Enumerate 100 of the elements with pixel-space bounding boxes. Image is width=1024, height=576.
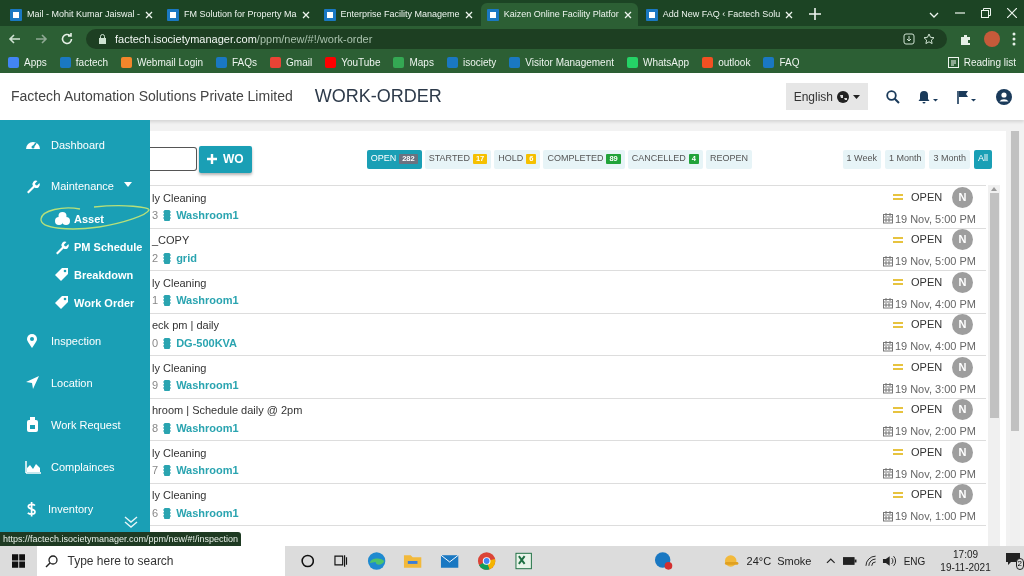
navigation-arrow-icon xyxy=(25,375,41,391)
bookmark-label[interactable]: Maps xyxy=(409,55,434,70)
more-icon[interactable] xyxy=(1012,32,1016,46)
user-icon[interactable] xyxy=(996,88,1012,105)
bookmark-label[interactable]: Gmail xyxy=(286,55,313,70)
forward-icon[interactable] xyxy=(34,32,48,46)
work-order-title: ly Cleaning xyxy=(152,275,208,291)
chrome-icon[interactable] xyxy=(477,551,497,571)
close-icon[interactable] xyxy=(1007,8,1017,18)
battery-icon[interactable] xyxy=(843,557,857,565)
bookmark-link[interactable]: Apps xyxy=(8,55,47,70)
bookmark-label[interactable]: Webmail Login xyxy=(137,55,203,70)
bookmark-link[interactable]: isociety xyxy=(446,55,497,70)
reload-icon[interactable] xyxy=(60,32,74,46)
bookmark-label[interactable]: FAQs xyxy=(232,55,258,70)
chip-icon xyxy=(163,465,172,476)
bookmark-label[interactable]: Visitor Management xyxy=(525,55,614,70)
search-icon[interactable] xyxy=(886,89,900,104)
browser-tab[interactable]: Mail - Mohit Kumar Jaiswal - xyxy=(4,3,160,26)
list-scrollbar[interactable] xyxy=(988,185,1000,546)
bookmark-link[interactable]: Maps xyxy=(393,55,434,70)
back-icon[interactable] xyxy=(8,32,22,46)
work-order-row[interactable]: ly Cleaning 7 Washroom1 OPEN N 19 Nov, 2:00 PM xyxy=(150,441,986,484)
flag-icon[interactable] xyxy=(956,89,978,104)
bookmark-label[interactable]: FAQ xyxy=(779,55,800,70)
task-view-icon[interactable] xyxy=(334,554,348,568)
bookmark-link[interactable]: YouTube xyxy=(325,55,381,70)
wifi-icon[interactable] xyxy=(864,555,877,567)
date-range-tab[interactable]: 3 Month xyxy=(929,149,970,169)
close-icon[interactable] xyxy=(464,10,473,19)
plus-icon[interactable] xyxy=(207,154,217,164)
bookmark-label[interactable]: WhatsApp xyxy=(643,55,690,70)
bookmark-link[interactable]: WhatsApp xyxy=(627,55,690,70)
edge-browser-icon[interactable] xyxy=(366,551,386,571)
bookmark-label[interactable]: Apps xyxy=(24,55,47,70)
close-icon[interactable] xyxy=(623,10,632,19)
work-order-row[interactable]: hroom | Schedule daily @ 2pm 8 Washroom1 OPEN N 19 Nov, 2:00 PM xyxy=(150,398,986,441)
close-icon[interactable] xyxy=(145,10,154,19)
work-order-row[interactable]: ly Cleaning 3 Washroom1 OPEN N 19 Nov, 5:00 PM xyxy=(150,186,986,229)
bookmark-label[interactable]: isociety xyxy=(462,55,497,70)
favicon-icon[interactable] xyxy=(393,57,405,68)
bookmark-label[interactable]: factech xyxy=(75,55,109,70)
globe-icon[interactable] xyxy=(837,90,849,103)
bookmark-link[interactable]: Webmail Login xyxy=(121,55,203,70)
mail-icon[interactable] xyxy=(440,553,460,569)
address-bar[interactable]: factech.isocietymanager.com/ppm/new/#!/work-order xyxy=(86,29,947,49)
lock-icon[interactable] xyxy=(98,34,107,44)
due-date: 19 Nov, 3:00 PM xyxy=(894,381,976,397)
browser-tab[interactable]: Enterprise Facility Manageme xyxy=(317,3,479,26)
input-language[interactable]: ENG xyxy=(903,553,926,569)
bookmark-link[interactable]: FAQs xyxy=(216,55,258,70)
volume-icon[interactable] xyxy=(882,555,896,567)
work-order-row[interactable]: eck pm | daily 0 DG-500KVA OPEN N 19 Nov, 4:00 PM xyxy=(150,313,986,356)
reading-list-icon[interactable] xyxy=(947,57,959,68)
notification-center-icon[interactable] xyxy=(1004,552,1021,566)
caret-icon[interactable] xyxy=(853,94,860,99)
clock-date[interactable]: 19-11-2021 xyxy=(940,561,991,574)
favicon-icon[interactable] xyxy=(121,57,133,68)
spreadsheet-icon[interactable] xyxy=(514,552,532,570)
bookmark-label[interactable]: YouTube xyxy=(341,55,381,70)
search-field[interactable] xyxy=(150,147,197,171)
chevron-up-icon[interactable] xyxy=(825,557,836,565)
clock-time[interactable]: 17:09 xyxy=(953,548,979,561)
extensions-icon[interactable] xyxy=(959,32,972,46)
language-dropdown[interactable]: English xyxy=(785,83,868,110)
work-order-title: hroom | Schedule daily @ 2pm xyxy=(152,403,304,419)
bookmark-link[interactable]: outlook xyxy=(702,55,751,70)
star-icon[interactable] xyxy=(923,33,935,45)
file-explorer-icon[interactable] xyxy=(402,553,423,569)
browser-tab[interactable]: Kaizen Online Facility Platfor xyxy=(480,3,638,26)
bookmark-link[interactable]: Visitor Management xyxy=(509,55,614,70)
work-order-row[interactable]: _COPY 2 grid OPEN N 19 Nov, 5:00 PM xyxy=(150,228,986,271)
notification-bell-icon[interactable] xyxy=(918,89,940,104)
install-icon[interactable] xyxy=(903,33,915,45)
help-icon[interactable] xyxy=(653,551,674,571)
chip-icon xyxy=(163,252,172,264)
close-icon[interactable] xyxy=(785,10,794,19)
windows-start-icon[interactable] xyxy=(12,554,26,568)
reading-list-label[interactable]: Reading list xyxy=(963,55,1016,70)
bookmark-link[interactable]: factech xyxy=(59,55,109,70)
weather-text[interactable]: 24°C Smoke xyxy=(746,552,812,570)
bookmark-label[interactable]: outlook xyxy=(718,55,751,70)
cortana-icon[interactable] xyxy=(300,554,315,568)
restore-icon[interactable] xyxy=(981,8,991,18)
close-icon[interactable] xyxy=(301,10,310,19)
date-range-tab[interactable]: 1 Month xyxy=(884,149,926,169)
taskbar-search-field[interactable]: Type here to search xyxy=(37,546,285,576)
tab-title: FM Solution for Property Ma xyxy=(184,7,297,21)
double-chevron-down-icon[interactable] xyxy=(124,516,138,528)
bookmark-link[interactable]: Gmail xyxy=(270,55,313,70)
chevron-down-icon[interactable] xyxy=(929,12,939,18)
browser-tab[interactable]: FM Solution for Property Ma xyxy=(161,3,316,26)
bookmark-link[interactable]: FAQ xyxy=(763,55,800,70)
work-order-row[interactable]: ly Cleaning 6 Washroom1 OPEN N 19 Nov, 1:00 PM xyxy=(150,483,986,526)
date-range-tab[interactable]: 1 Week xyxy=(842,149,881,169)
status-filter-tab[interactable]: REOPEN xyxy=(706,149,752,169)
work-order-row[interactable]: ly Cleaning 9 Washroom1 OPEN N 19 Nov, 3:00 PM xyxy=(150,356,986,399)
work-order-row[interactable]: ly Cleaning 1 Washroom1 OPEN N 19 Nov, 4:00 PM xyxy=(150,271,986,314)
new-tab-icon[interactable] xyxy=(809,8,822,20)
browser-tab[interactable]: Add New FAQ ‹ Factech Solu xyxy=(639,3,800,26)
